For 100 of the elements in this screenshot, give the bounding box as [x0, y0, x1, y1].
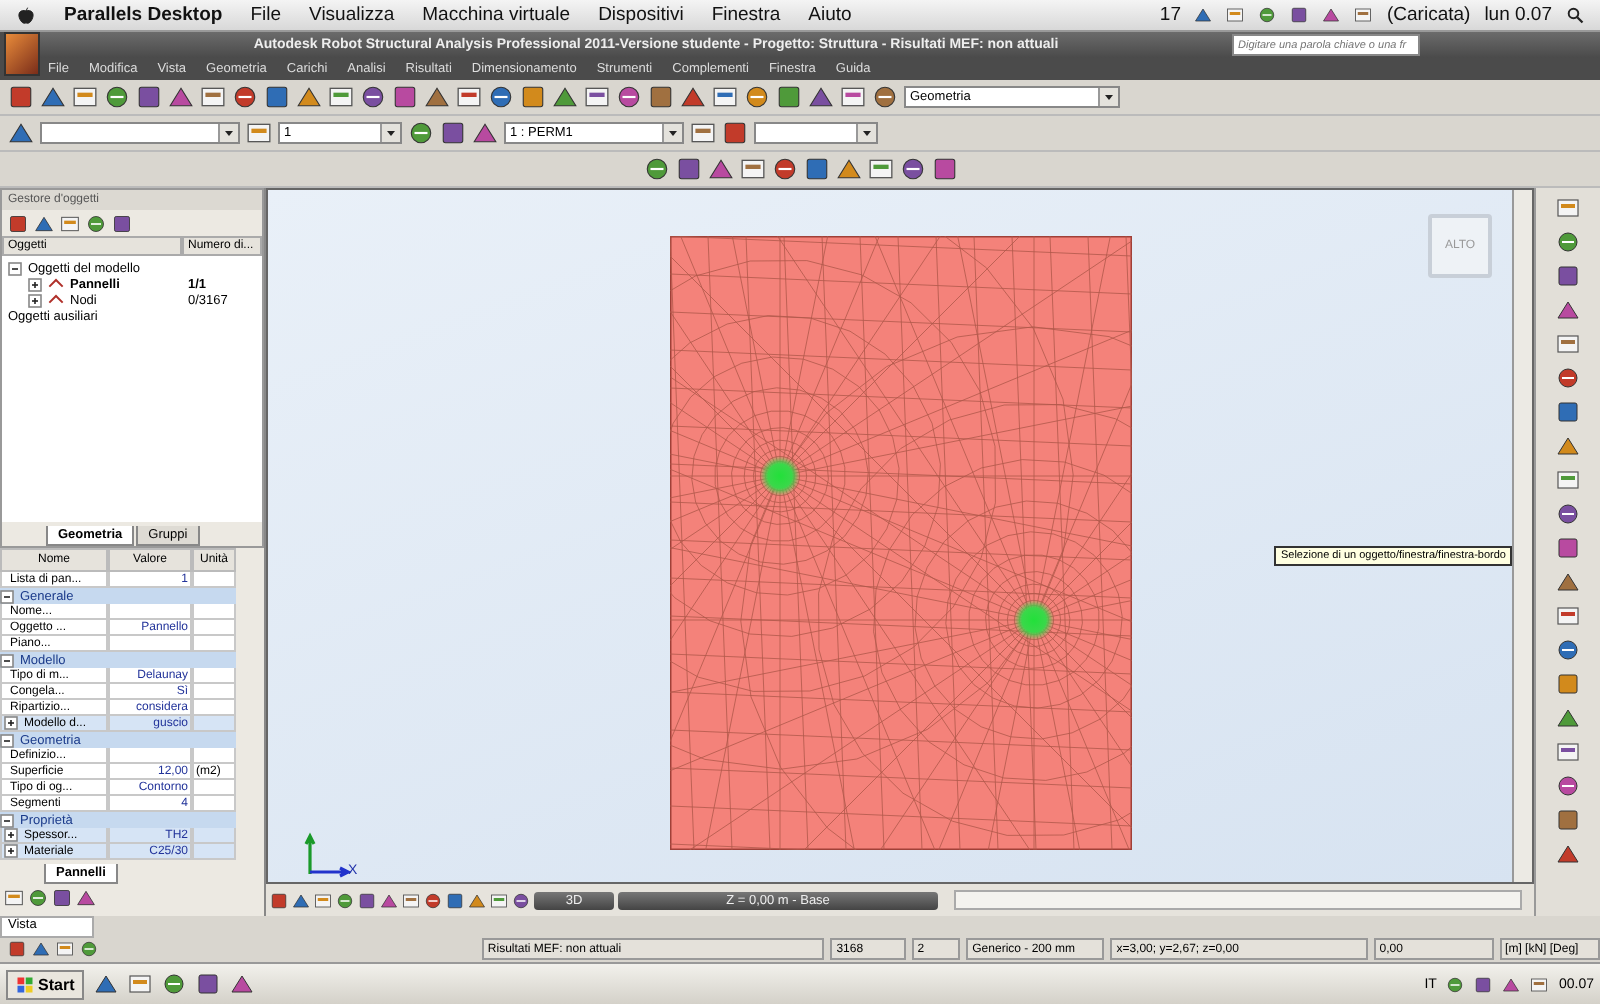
tool-icon[interactable] — [1556, 366, 1580, 390]
tool-icon[interactable] — [1556, 842, 1580, 866]
tool-icon[interactable] — [552, 84, 578, 110]
tool-icon[interactable] — [72, 84, 98, 110]
tool-icon[interactable] — [744, 84, 770, 110]
tool-icon[interactable] — [776, 84, 802, 110]
tool-icon[interactable] — [296, 84, 322, 110]
menu-item[interactable]: Visualizza — [309, 4, 395, 26]
tool-icon[interactable] — [648, 84, 674, 110]
tool-icon[interactable] — [440, 120, 466, 146]
tool-icon[interactable] — [1530, 975, 1549, 993]
tool-icon[interactable] — [707, 156, 733, 182]
tool-icon[interactable] — [200, 84, 226, 110]
tool-icon[interactable] — [40, 84, 66, 110]
tool-icon[interactable] — [230, 972, 255, 996]
property-value-cell[interactable] — [108, 748, 192, 764]
tool-icon[interactable] — [1556, 502, 1580, 526]
menu-item[interactable]: Parallels Desktop — [64, 4, 223, 26]
menu-item[interactable]: Macchina virtuale — [422, 4, 571, 26]
tool-icon[interactable] — [722, 120, 748, 146]
menu-item[interactable]: Finestra — [711, 4, 781, 26]
tool-icon[interactable] — [1556, 536, 1580, 560]
tool-icon[interactable] — [520, 84, 546, 110]
clock[interactable]: lun 0.07 — [1484, 4, 1552, 26]
tool-icon[interactable] — [8, 120, 34, 146]
tool-icon[interactable] — [80, 940, 98, 958]
tool-icon[interactable] — [104, 84, 130, 110]
tool-icon[interactable] — [246, 120, 272, 146]
tool-icon[interactable] — [1226, 6, 1245, 24]
menu-extra-badge[interactable]: 17 — [1159, 4, 1181, 26]
scrollbar[interactable] — [954, 890, 1522, 910]
tool-icon[interactable] — [616, 84, 642, 110]
tool-icon[interactable] — [424, 891, 442, 909]
menu-item[interactable]: Aiuto — [808, 4, 852, 26]
tool-icon[interactable] — [488, 84, 514, 110]
app-logo[interactable] — [4, 32, 40, 76]
tool-icon[interactable] — [408, 120, 434, 146]
tool-icon[interactable] — [1556, 400, 1580, 424]
expand-toggle-icon[interactable] — [28, 277, 42, 291]
tool-icon[interactable] — [136, 84, 162, 110]
tool-icon[interactable] — [314, 891, 332, 909]
collapse-toggle-icon[interactable] — [8, 261, 22, 275]
tool-icon[interactable] — [512, 891, 530, 909]
apple-logo-icon[interactable] — [16, 5, 36, 25]
tool-icon[interactable] — [840, 84, 866, 110]
menu-item[interactable]: File — [250, 4, 282, 26]
tool-icon[interactable] — [1556, 298, 1580, 322]
tool-icon[interactable] — [264, 84, 290, 110]
collapse-toggle-icon[interactable] — [0, 653, 14, 667]
tool-icon[interactable] — [402, 891, 420, 909]
tool-icon[interactable] — [643, 156, 669, 182]
expand-toggle-icon[interactable] — [4, 828, 18, 842]
collapse-toggle-icon[interactable] — [0, 589, 14, 603]
tool-icon[interactable] — [28, 888, 48, 908]
tool-icon[interactable] — [112, 213, 132, 233]
tool-icon[interactable] — [162, 972, 187, 996]
tool-icon[interactable] — [232, 84, 258, 110]
tool-icon[interactable] — [584, 84, 610, 110]
tool-icon[interactable] — [8, 84, 34, 110]
collapse-toggle-icon[interactable] — [0, 813, 14, 827]
expand-toggle-icon[interactable] — [4, 844, 18, 858]
property-value-cell[interactable] — [108, 604, 192, 620]
tool-icon[interactable] — [1556, 808, 1580, 832]
tool-icon[interactable] — [490, 891, 508, 909]
tool-icon[interactable] — [1556, 774, 1580, 798]
tool-icon[interactable] — [1446, 975, 1465, 993]
tool-icon[interactable] — [1556, 638, 1580, 662]
tool-icon[interactable] — [1556, 706, 1580, 730]
tool-icon[interactable] — [472, 120, 498, 146]
tool-icon[interactable] — [1258, 6, 1277, 24]
start-button[interactable]: Start — [6, 969, 85, 999]
tool-icon[interactable] — [1556, 570, 1580, 594]
tool-icon[interactable] — [739, 156, 765, 182]
tool-icon[interactable] — [1556, 740, 1580, 764]
tool-icon[interactable] — [94, 972, 119, 996]
tool-icon[interactable] — [392, 84, 418, 110]
tool-icon[interactable] — [1556, 230, 1580, 254]
tool-icon[interactable] — [168, 84, 194, 110]
battery-status[interactable]: (Caricata) — [1386, 4, 1471, 26]
tool-icon[interactable] — [196, 972, 221, 996]
tool-icon[interactable] — [675, 156, 701, 182]
tool-icon[interactable] — [86, 213, 106, 233]
expand-toggle-icon[interactable] — [4, 716, 18, 730]
tool-icon[interactable] — [424, 84, 450, 110]
tool-icon[interactable] — [56, 940, 74, 958]
tool-icon[interactable] — [1556, 434, 1580, 458]
property-value-cell[interactable] — [108, 636, 192, 652]
tool-icon[interactable] — [872, 84, 898, 110]
expand-toggle-icon[interactable] — [28, 293, 42, 307]
tool-icon[interactable] — [867, 156, 893, 182]
tool-icon[interactable] — [456, 84, 482, 110]
tool-icon[interactable] — [1354, 6, 1373, 24]
tool-icon[interactable] — [328, 84, 354, 110]
tool-icon[interactable] — [712, 84, 738, 110]
tool-icon[interactable] — [931, 156, 957, 182]
collapse-toggle-icon[interactable] — [0, 733, 14, 747]
search-icon[interactable] — [1566, 6, 1584, 24]
tool-icon[interactable] — [336, 891, 354, 909]
tool-icon[interactable] — [690, 120, 716, 146]
tool-icon[interactable] — [899, 156, 925, 182]
